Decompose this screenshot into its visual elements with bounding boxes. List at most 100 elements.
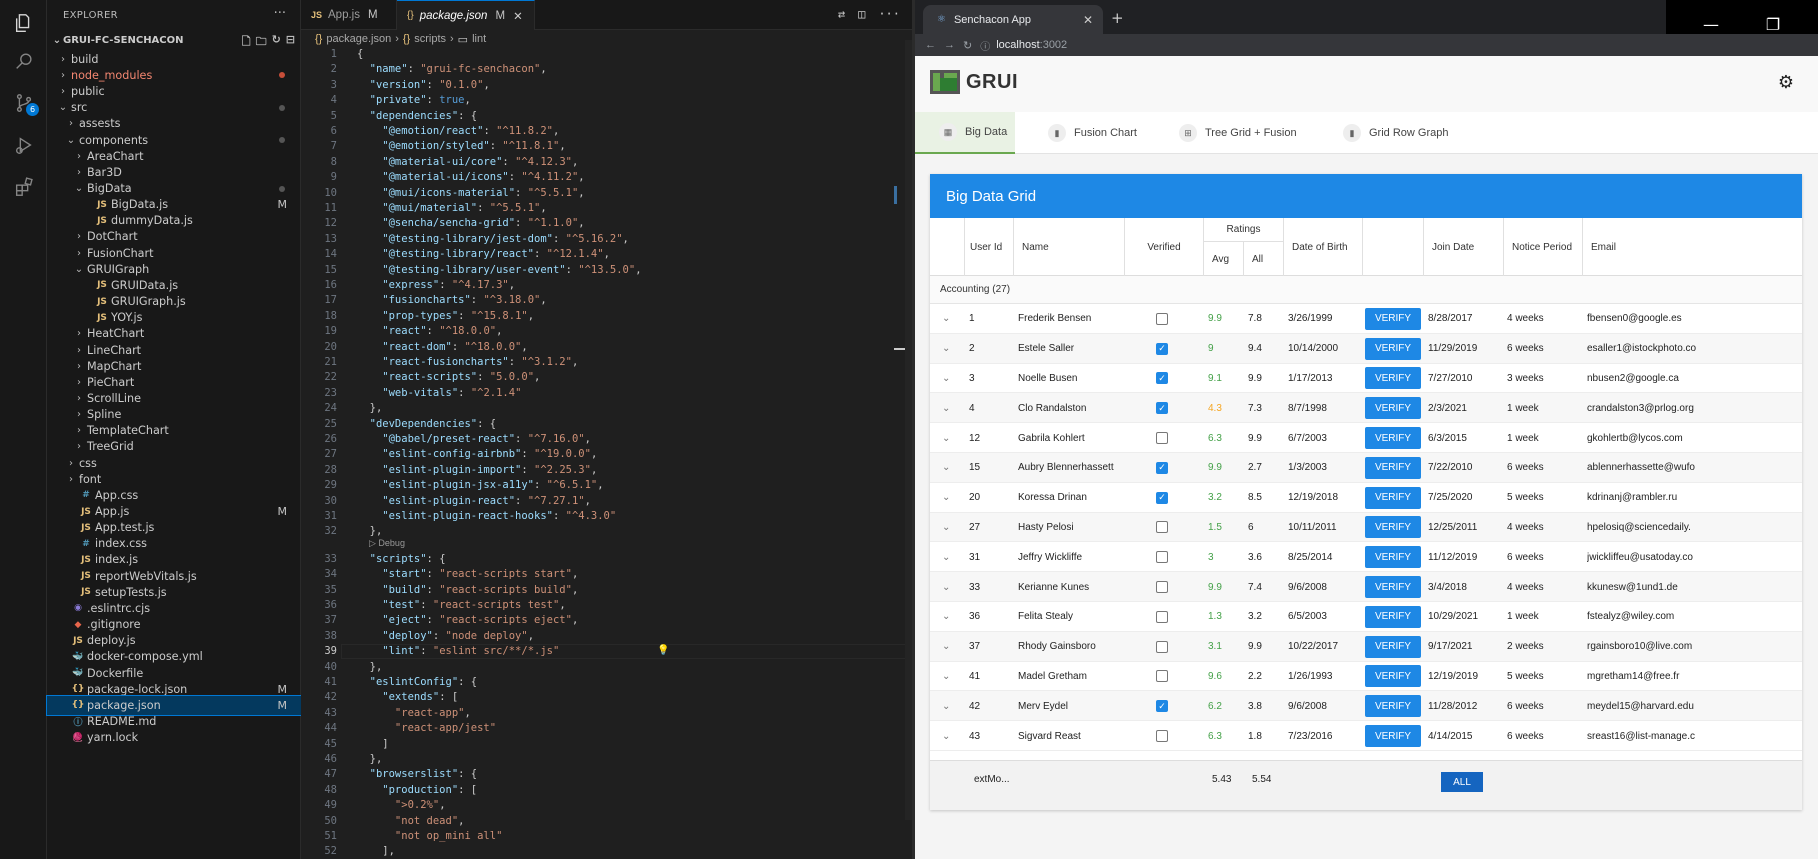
tab-app-js[interactable]: JS App.js M <box>301 0 397 30</box>
tab-grid-row-graph[interactable]: ▮ Grid Row Graph <box>1343 112 1448 154</box>
expand-row-icon[interactable]: ⌄ <box>942 483 950 513</box>
column-header-user-id[interactable]: User Id <box>965 218 1014 276</box>
table-row[interactable]: ⌄ 31 Jeffry Wickliffe 3 3.6 8/25/2014 VERIFY 11… <box>930 542 1802 573</box>
verify-button[interactable]: VERIFY <box>1365 635 1421 658</box>
table-row[interactable]: ⌄ 3 Noelle Busen ✓ 9.1 9.9 1/17/2013 VERIFY 7/27… <box>930 364 1802 394</box>
group-header[interactable]: Accounting (27) <box>930 276 1802 304</box>
expand-row-icon[interactable]: ⌄ <box>942 721 950 751</box>
verified-checkbox[interactable] <box>1156 730 1168 743</box>
verified-checkbox[interactable] <box>1156 432 1168 445</box>
verify-button[interactable]: VERIFY <box>1365 456 1421 479</box>
reload-icon[interactable]: ↻ <box>963 39 972 52</box>
browser-tab[interactable]: ⚛ Senchacon App ✕ <box>923 5 1103 34</box>
all-button[interactable]: ALL <box>1441 772 1483 792</box>
info-icon[interactable]: ⓘ <box>980 38 990 53</box>
verify-button[interactable]: VERIFY <box>1365 367 1421 390</box>
table-row[interactable]: ⌄ 41 Madel Gretham 9.6 2.2 1/26/1993 VERIFY 12/… <box>930 662 1802 692</box>
expand-row-icon[interactable]: ⌄ <box>942 334 950 364</box>
verify-button[interactable]: VERIFY <box>1365 725 1421 748</box>
table-row[interactable]: ⌄ 36 Felita Stealy 1.3 3.2 6/5/2003 VERIFY 10/2… <box>930 602 1802 632</box>
verified-checkbox[interactable] <box>1156 670 1168 683</box>
verify-button[interactable]: VERIFY <box>1365 576 1421 599</box>
expand-row-icon[interactable]: ⌄ <box>942 691 950 721</box>
file-item[interactable]: 🧶 yarn.lock <box>47 728 301 747</box>
verified-checkbox[interactable]: ✓ <box>1156 402 1168 415</box>
expand-row-icon[interactable]: ⌄ <box>942 542 950 572</box>
verify-button[interactable]: VERIFY <box>1365 516 1421 539</box>
verify-button[interactable]: VERIFY <box>1365 337 1421 360</box>
verified-checkbox[interactable] <box>1156 610 1168 623</box>
table-row[interactable]: ⌄ 12 Gabrila Kohlert 6.3 9.9 6/7/2003 VERIFY 6/… <box>930 423 1802 453</box>
expand-row-icon[interactable]: ⌄ <box>942 423 950 453</box>
lightbulb-icon[interactable]: 💡 <box>657 645 669 656</box>
more-actions-icon[interactable]: ··· <box>274 6 286 21</box>
expand-row-icon[interactable]: ⌄ <box>942 602 950 632</box>
verified-checkbox[interactable]: ✓ <box>1156 342 1168 355</box>
verified-checkbox[interactable] <box>1156 640 1168 653</box>
verified-checkbox[interactable]: ✓ <box>1156 461 1168 474</box>
breadcrumb-item[interactable]: scripts <box>414 33 446 45</box>
table-row[interactable]: ⌄ 2 Estele Saller ✓ 9 9.4 10/14/2000 VERIFY 11/2… <box>930 333 1802 364</box>
table-row[interactable]: ⌄ 27 Hasty Pelosi 1.5 6 10/11/2011 VERIFY 12/25… <box>930 512 1802 543</box>
table-row[interactable]: ⌄ 33 Kerianne Kunes 9.9 7.4 9/6/2008 VERIFY 3/4… <box>930 572 1802 602</box>
tab-big-data[interactable]: ▦ Big Data <box>915 112 1015 154</box>
expand-row-icon[interactable]: ⌄ <box>942 393 950 423</box>
split-editor-icon[interactable]: ◫ <box>858 7 865 21</box>
table-row[interactable]: ⌄ 43 Sigvard Reast 6.3 1.8 7/23/2016 VERIFY 4/1… <box>930 721 1802 751</box>
table-row[interactable]: ⌄ 37 Rhody Gainsboro 3.1 9.9 10/22/2017 VERIFY… <box>930 631 1802 662</box>
verified-checkbox[interactable] <box>1156 312 1168 325</box>
expand-row-icon[interactable]: ⌄ <box>942 364 950 394</box>
expand-row-icon[interactable]: ⌄ <box>942 513 950 543</box>
open-changes-icon[interactable]: ⇄ <box>838 7 845 21</box>
url-input[interactable]: localhost:3002 <box>996 39 1067 51</box>
project-root[interactable]: ⌄ GRUI-FC-SENCHACON 🗋 🗀 ↻ ⊟ <box>47 30 301 50</box>
column-header-name[interactable]: Name <box>1014 218 1125 276</box>
expand-row-icon[interactable]: ⌄ <box>942 453 950 483</box>
editor-scrollbar[interactable] <box>905 40 912 820</box>
verify-button[interactable]: VERIFY <box>1365 427 1421 450</box>
verify-button[interactable]: VERIFY <box>1365 307 1421 330</box>
close-icon[interactable]: ✕ <box>513 9 523 23</box>
verified-checkbox[interactable] <box>1156 521 1168 534</box>
column-header-join-date[interactable]: Join Date <box>1424 218 1504 276</box>
table-row[interactable]: ⌄ 20 Koressa Drinan ✓ 3.2 8.5 12/19/2018 VERIFY… <box>930 483 1802 513</box>
table-row[interactable]: ⌄ 1 Frederik Bensen 9.9 7.8 3/26/1999 VERIFY 8/… <box>930 304 1802 334</box>
expand-row-icon[interactable]: ⌄ <box>942 572 950 602</box>
verified-checkbox[interactable]: ✓ <box>1156 491 1168 504</box>
verified-checkbox[interactable] <box>1156 551 1168 564</box>
verify-button[interactable]: VERIFY <box>1365 546 1421 569</box>
extensions-icon[interactable] <box>0 164 47 210</box>
expand-row-icon[interactable]: ⌄ <box>942 632 950 662</box>
column-header-verified[interactable]: Verified <box>1125 218 1204 276</box>
forward-icon[interactable]: → <box>944 39 955 51</box>
new-tab-icon[interactable]: + <box>1111 9 1124 27</box>
gear-icon[interactable]: ⚙ <box>1778 72 1794 93</box>
tab-tree-grid-fusion[interactable]: ⊞ Tree Grid + Fusion <box>1179 112 1297 154</box>
debug-codelens[interactable]: ▷ Debug <box>369 538 405 549</box>
grui-logo[interactable]: GRUI <box>930 70 1018 94</box>
expand-row-icon[interactable]: ⌄ <box>942 304 950 334</box>
verified-checkbox[interactable] <box>1156 581 1168 594</box>
close-icon[interactable]: ✕ <box>1083 13 1093 27</box>
search-icon[interactable] <box>0 38 47 84</box>
table-row[interactable]: ⌄ 4 Clo Randalston ✓ 4.3 7.3 8/7/1998 VERIFY 2/3… <box>930 393 1802 424</box>
back-icon[interactable]: ← <box>925 39 936 51</box>
verify-button[interactable]: VERIFY <box>1365 605 1421 628</box>
column-header-email[interactable]: Email <box>1583 218 1802 276</box>
column-header-avg[interactable]: Avg <box>1204 242 1244 276</box>
breadcrumb-item[interactable]: lint <box>472 33 486 45</box>
verify-button[interactable]: VERIFY <box>1365 486 1421 509</box>
table-row[interactable]: ⌄ 15 Aubry Blennerhassett ✓ 9.9 2.7 1/3/2003 VE… <box>930 453 1802 483</box>
run-debug-icon[interactable] <box>0 122 47 168</box>
column-header-dob[interactable]: Date of Birth <box>1284 218 1363 276</box>
verify-button[interactable]: VERIFY <box>1365 695 1421 718</box>
breadcrumb-item[interactable]: package.json <box>326 33 391 45</box>
verified-checkbox[interactable]: ✓ <box>1156 700 1168 713</box>
verify-button[interactable]: VERIFY <box>1365 665 1421 688</box>
source-control-icon[interactable] <box>0 80 47 126</box>
table-row[interactable]: ⌄ 42 Merv Eydel ✓ 6.2 3.8 9/6/2008 VERIFY 11/28/… <box>930 691 1802 722</box>
expand-row-icon[interactable]: ⌄ <box>942 662 950 692</box>
column-header-notice[interactable]: Notice Period <box>1504 218 1583 276</box>
more-actions-icon[interactable]: ··· <box>878 7 900 21</box>
verify-button[interactable]: VERIFY <box>1365 397 1421 420</box>
